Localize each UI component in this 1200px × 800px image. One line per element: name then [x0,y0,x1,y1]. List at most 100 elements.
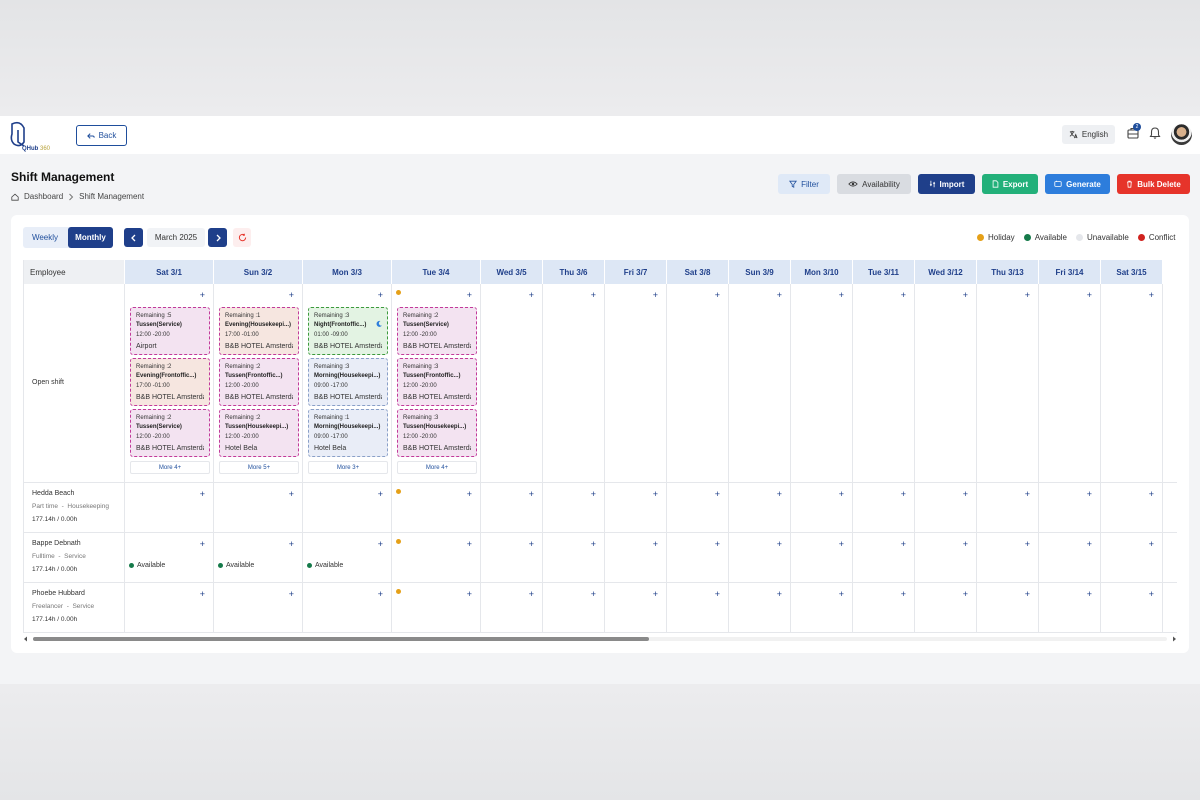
day-cell[interactable]: + [214,483,303,532]
add-shift-icon[interactable]: + [289,589,294,599]
day-cell[interactable]: + [667,533,729,582]
horizontal-scrollbar[interactable] [23,635,1177,643]
day-cell[interactable]: + [667,284,729,482]
employee-info-cell[interactable]: Phoebe Hubbard Freelancer - Service 177.14… [24,583,125,632]
day-cell[interactable]: + [791,583,853,632]
day-cell[interactable]: + [543,533,605,582]
add-shift-icon[interactable]: + [289,489,294,499]
more-shifts-button[interactable]: More 4+ [130,461,210,474]
day-cell[interactable]: + Remaining :5 Tussen(Service) 12:00 -20:00… [125,284,214,482]
filter-button[interactable]: Filter [778,174,830,194]
add-shift-icon[interactable]: + [378,539,383,549]
add-shift-icon[interactable]: + [529,539,534,549]
add-shift-icon[interactable]: + [1025,589,1030,599]
day-cell[interactable]: + [791,483,853,532]
day-cell[interactable]: + Remaining :3 Night(Frontoffic...) 01:00 -… [303,284,392,482]
weekly-tab[interactable]: Weekly [23,227,67,248]
day-cell[interactable]: + [605,483,667,532]
more-shifts-button[interactable]: More 5+ [219,461,299,474]
export-button[interactable]: Export [982,174,1038,194]
day-cell[interactable]: + [667,583,729,632]
add-shift-icon[interactable]: + [1149,589,1154,599]
add-shift-icon[interactable]: + [467,589,472,599]
add-shift-icon[interactable]: + [200,539,205,549]
shift-card[interactable]: Remaining :3 Tussen(Frontoffic...) 12:00 -… [397,358,477,406]
add-shift-icon[interactable]: + [591,290,596,300]
add-shift-icon[interactable]: + [963,489,968,499]
add-shift-icon[interactable]: + [1025,290,1030,300]
bell-icon[interactable] [1148,126,1162,140]
day-header[interactable]: Tue 3/11 [853,260,915,284]
add-shift-icon[interactable]: + [1087,589,1092,599]
add-shift-icon[interactable]: + [715,589,720,599]
more-shifts-button[interactable]: More 4+ [397,461,477,474]
add-shift-icon[interactable]: + [777,489,782,499]
add-shift-icon[interactable]: + [839,290,844,300]
back-button[interactable]: Back [76,125,127,146]
add-shift-icon[interactable]: + [901,589,906,599]
day-header[interactable]: Sun 3/2 [214,260,303,284]
day-cell[interactable]: + [977,284,1039,482]
add-shift-icon[interactable]: + [653,589,658,599]
add-shift-icon[interactable]: + [289,539,294,549]
day-header[interactable]: Thu 3/6 [543,260,605,284]
day-header[interactable]: Wed 3/5 [481,260,543,284]
day-cell[interactable]: + [303,583,392,632]
more-shifts-button[interactable]: More 3+ [308,461,388,474]
day-cell[interactable]: + Remaining :1 Evening(Housekeepi...) 17:00… [214,284,303,482]
add-shift-icon[interactable]: + [529,290,534,300]
day-cell[interactable]: + [125,483,214,532]
add-shift-icon[interactable]: + [200,489,205,499]
day-cell[interactable]: + [481,583,543,632]
add-shift-icon[interactable]: + [467,489,472,499]
add-shift-icon[interactable]: + [1087,539,1092,549]
shift-card[interactable]: Remaining :3 Morning(Housekeepi...) 09:00 … [308,358,388,406]
day-cell[interactable]: + [729,483,791,532]
day-header[interactable]: Wed 3/12 [915,260,977,284]
add-shift-icon[interactable]: + [715,539,720,549]
breadcrumb-dashboard[interactable]: Dashboard [24,192,63,201]
refresh-button[interactable] [233,228,251,247]
add-shift-icon[interactable]: + [591,539,596,549]
employee-info-cell[interactable]: Bappe Debnath Fulltime - Service 177.14h /… [24,533,125,582]
day-cell[interactable]: + [1039,483,1101,532]
add-shift-icon[interactable]: + [591,489,596,499]
add-shift-icon[interactable]: + [529,489,534,499]
day-cell[interactable]: + [915,483,977,532]
day-cell[interactable]: + [729,583,791,632]
add-shift-icon[interactable]: + [839,589,844,599]
day-cell[interactable]: + [915,533,977,582]
shift-card[interactable]: Remaining :2 Tussen(Service) 12:00 -20:00 B… [130,409,210,457]
add-shift-icon[interactable]: + [529,589,534,599]
day-cell[interactable]: + [853,583,915,632]
add-shift-icon[interactable]: + [200,290,205,300]
day-header[interactable]: Sun 3/9 [729,260,791,284]
day-cell[interactable]: + [1101,483,1163,532]
add-shift-icon[interactable]: + [378,489,383,499]
generate-button[interactable]: Generate [1045,174,1110,194]
add-shift-icon[interactable]: + [901,489,906,499]
add-shift-icon[interactable]: + [378,589,383,599]
shift-card[interactable]: Remaining :3 Night(Frontoffic...) 01:00 -0… [308,307,388,355]
availability-button[interactable]: Availability [837,174,911,194]
add-shift-icon[interactable]: + [1087,290,1092,300]
day-cell[interactable]: + [1039,284,1101,482]
add-shift-icon[interactable]: + [653,539,658,549]
add-shift-icon[interactable]: + [1025,489,1030,499]
day-cell[interactable]: + [125,583,214,632]
scroll-thumb[interactable] [33,637,649,641]
day-cell[interactable]: + [791,533,853,582]
day-cell[interactable]: + [1101,284,1163,482]
day-cell[interactable]: + Remaining :2 Tussen(Service) 12:00 -20:00… [392,284,481,482]
day-cell[interactable]: + [1039,533,1101,582]
day-header[interactable]: Sat 3/15 [1101,260,1163,284]
day-cell[interactable]: + [1039,583,1101,632]
day-cell[interactable]: + Available [303,533,392,582]
add-shift-icon[interactable]: + [839,539,844,549]
add-shift-icon[interactable]: + [653,489,658,499]
prev-month-button[interactable] [124,228,143,247]
add-shift-icon[interactable]: + [1149,290,1154,300]
next-month-button[interactable] [208,228,227,247]
day-cell[interactable]: + [303,483,392,532]
day-cell[interactable]: + [667,483,729,532]
